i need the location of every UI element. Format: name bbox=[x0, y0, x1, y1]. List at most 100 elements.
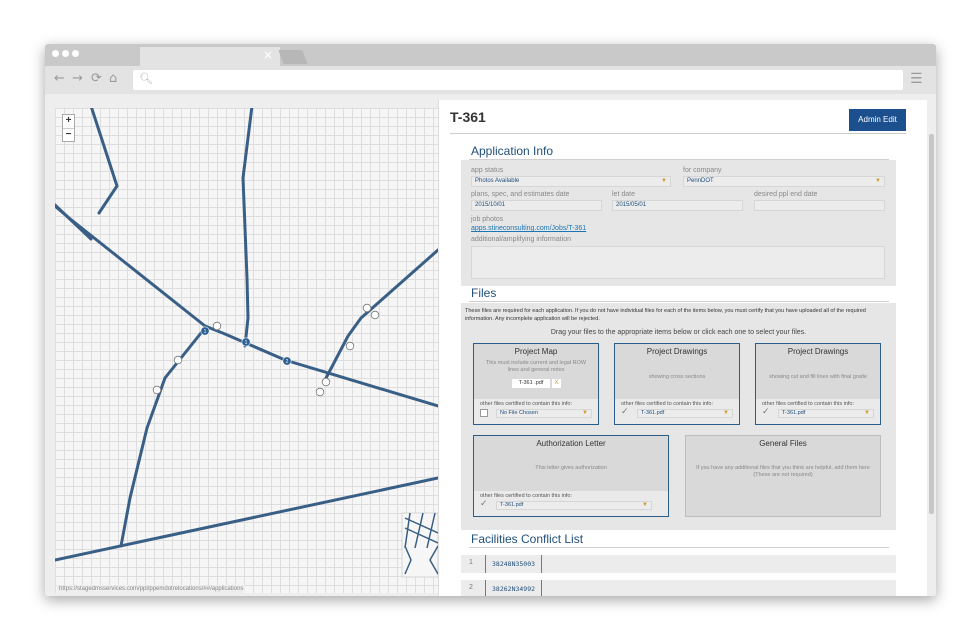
card-description: showing cross sections bbox=[648, 374, 706, 380]
additional-info-textarea[interactable] bbox=[471, 246, 885, 279]
for-company-select[interactable]: PennDOT ▼ bbox=[683, 176, 885, 187]
desired-end-date-field[interactable] bbox=[754, 200, 885, 211]
card-title: Project Drawings bbox=[787, 347, 849, 356]
map-node bbox=[152, 385, 162, 395]
other-files-label: other files certified to contain this in… bbox=[621, 401, 714, 407]
chevron-down-icon: ▼ bbox=[642, 502, 648, 508]
app-status-select[interactable]: Photos Available ▼ bbox=[471, 176, 671, 187]
job-photos-link[interactable]: apps.stineconsulting.com/Jobs/T-361 bbox=[471, 225, 586, 232]
map-node bbox=[212, 321, 222, 331]
remove-file-button[interactable]: X bbox=[552, 379, 561, 388]
card-description: This must include current and legal ROW … bbox=[485, 360, 587, 373]
facility-code: 38248N35003 bbox=[485, 555, 543, 573]
panel-scrollbar[interactable] bbox=[929, 134, 934, 514]
road-network: 1 1 2 bbox=[55, 108, 438, 578]
menu-icon[interactable]: ☰ bbox=[910, 71, 923, 87]
road-line bbox=[119, 326, 207, 548]
browser-tab[interactable] bbox=[140, 47, 280, 66]
certified-file-select[interactable]: No File Chosen ▼ bbox=[496, 409, 592, 418]
checkmark-icon[interactable]: ✓ bbox=[621, 407, 629, 417]
map-node bbox=[173, 355, 183, 365]
map-node bbox=[370, 310, 380, 320]
card-title: Project Map bbox=[514, 347, 558, 356]
tab-close-icon[interactable]: × bbox=[263, 48, 273, 62]
zoom-in-button[interactable]: + bbox=[63, 115, 74, 128]
job-photos-label: job photos bbox=[471, 216, 504, 223]
other-files-label: other files certified to contain this in… bbox=[480, 401, 573, 407]
window-maximize-dot[interactable] bbox=[72, 50, 79, 57]
files-section: These files are required for each applic… bbox=[461, 303, 896, 530]
checkmark-icon[interactable]: ✓ bbox=[480, 499, 488, 509]
map-marker-label: 2 bbox=[286, 359, 289, 365]
app-status-value: Photos Available bbox=[475, 178, 520, 184]
legend-thumbnail bbox=[401, 512, 438, 578]
files-notice: These files are required for each applic… bbox=[465, 308, 866, 322]
card-footer: other files certified to contain this in… bbox=[756, 399, 880, 424]
card-title: General Files bbox=[759, 439, 807, 448]
address-bar[interactable]: 🔍︎ bbox=[133, 70, 903, 90]
application-info-heading: Application Info bbox=[471, 144, 554, 158]
application-panel: T-361 Admin Edit Application Info app st… bbox=[438, 100, 927, 596]
certified-file-select[interactable]: T-361.pdf ▼ bbox=[778, 409, 874, 418]
zoom-out-button[interactable]: − bbox=[63, 128, 74, 141]
table-row[interactable]: 2 38262N34992 bbox=[461, 580, 896, 596]
certified-file-value: No File Chosen bbox=[500, 410, 538, 416]
card-footer: other files certified to contain this in… bbox=[474, 491, 668, 516]
map-view[interactable]: 1 1 2 + − https://stagedmsservices.com/p… bbox=[55, 108, 438, 593]
map-node bbox=[362, 303, 372, 313]
facility-code: 38262N34992 bbox=[485, 580, 543, 596]
certified-file-value: T-361.pdf bbox=[500, 502, 524, 508]
certified-file-value: T-361.pdf bbox=[782, 410, 806, 416]
card-description: If you have any additional files that yo… bbox=[696, 465, 870, 478]
let-date-label: let date bbox=[612, 191, 635, 198]
search-icon: 🔍︎ bbox=[139, 72, 153, 85]
certified-file-select[interactable]: T-361.pdf ▼ bbox=[637, 409, 733, 418]
checkmark-icon[interactable]: ✓ bbox=[762, 407, 770, 417]
status-bar-url: https://stagedmsservices.com/ppl/ppemdot… bbox=[57, 585, 246, 593]
chevron-down-icon: ▼ bbox=[723, 410, 729, 416]
road-line bbox=[241, 108, 254, 348]
certified-file-value: T-361.pdf bbox=[641, 410, 665, 416]
files-heading: Files bbox=[471, 286, 497, 300]
road-line bbox=[55, 476, 438, 562]
forward-arrow-icon[interactable]: → bbox=[72, 71, 83, 86]
back-arrow-icon[interactable]: ← bbox=[54, 71, 65, 86]
drag-instruction: Drag your files to the appropriate items… bbox=[550, 329, 807, 336]
row-number: 2 bbox=[469, 584, 473, 591]
window-minimize-dot[interactable] bbox=[62, 50, 69, 57]
home-icon[interactable]: ⌂ bbox=[109, 71, 117, 86]
chevron-down-icon: ▼ bbox=[875, 178, 881, 184]
reload-icon[interactable]: ⟳ bbox=[91, 71, 102, 86]
chevron-down-icon: ▼ bbox=[661, 178, 667, 184]
table-row[interactable]: 1 38248N35003 bbox=[461, 555, 896, 573]
let-date-field[interactable]: 2015/05/01 bbox=[612, 200, 743, 211]
project-map-dropzone[interactable]: Project Map This must include current an… bbox=[473, 343, 599, 425]
plans-date-field[interactable]: 2015/10/01 bbox=[471, 200, 602, 211]
general-files-dropzone[interactable]: General Files If you have any additional… bbox=[685, 435, 881, 517]
additional-info-label: additional/amplifying information bbox=[471, 236, 571, 243]
page-viewport: 1 1 2 + − https://stagedmsservices.com/p… bbox=[45, 94, 936, 596]
window-close-dot[interactable] bbox=[52, 50, 59, 57]
card-footer: other files certified to contain this in… bbox=[474, 399, 598, 424]
uploaded-file-chip: T-361 .pdf bbox=[512, 379, 550, 388]
divider bbox=[469, 547, 889, 548]
card-footer: other files certified to contain this in… bbox=[615, 399, 739, 424]
map-marker-label: 1 bbox=[245, 340, 248, 346]
certify-checkbox[interactable] bbox=[480, 409, 488, 417]
authorization-letter-dropzone[interactable]: Authorization Letter This letter gives a… bbox=[473, 435, 669, 517]
zoom-control: + − bbox=[62, 114, 75, 142]
desired-end-date-label: desired ppl end date bbox=[754, 191, 818, 198]
for-company-value: PennDOT bbox=[687, 178, 714, 184]
certified-file-select[interactable]: T-361.pdf ▼ bbox=[496, 501, 652, 510]
chevron-down-icon: ▼ bbox=[582, 410, 588, 416]
admin-edit-button[interactable]: Admin Edit bbox=[849, 109, 906, 131]
other-files-label: other files certified to contain this in… bbox=[762, 401, 855, 407]
card-description: This letter gives authorization bbox=[535, 465, 607, 471]
project-drawings-cross-dropzone[interactable]: Project Drawings showing cross sections … bbox=[614, 343, 740, 425]
card-description: showing cut and fill lines with final gr… bbox=[769, 374, 867, 380]
project-drawings-grade-dropzone[interactable]: Project Drawings showing cut and fill li… bbox=[755, 343, 881, 425]
app-status-label: app status bbox=[471, 167, 504, 174]
new-tab-button[interactable] bbox=[278, 50, 308, 64]
card-title: Project Drawings bbox=[646, 347, 708, 356]
card-title: Authorization Letter bbox=[536, 439, 606, 448]
